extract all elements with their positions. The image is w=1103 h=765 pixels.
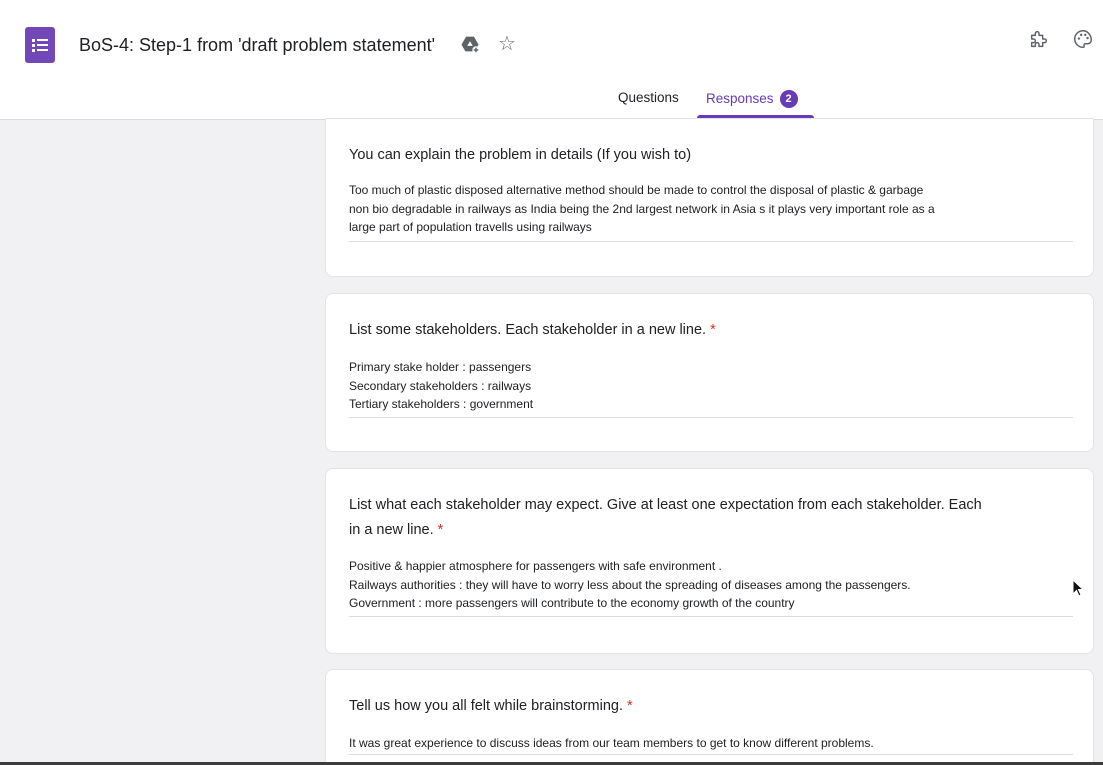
form-tabs: Questions Responses 2: [0, 86, 1103, 120]
form-title[interactable]: BoS-4: Step-1 from 'draft problem statem…: [79, 35, 435, 56]
answer-line: Railways authorities : they will have to…: [349, 577, 911, 592]
required-asterisk: *: [627, 698, 633, 714]
question-title: List what each stakeholder may expect. G…: [349, 493, 1079, 543]
required-asterisk: *: [710, 322, 716, 338]
move-to-folder-icon[interactable]: [459, 33, 481, 55]
question-title-line: List what each stakeholder may expect. G…: [349, 497, 982, 513]
responses-count-badge: 2: [779, 90, 798, 108]
question-title: You can explain the problem in details (…: [349, 147, 692, 163]
star-icon[interactable]: ☆: [498, 33, 516, 55]
answer-underline: [349, 241, 1073, 242]
tab-responses[interactable]: Responses 2: [706, 90, 798, 108]
answer-line: Positive & happier atmosphere for passen…: [349, 559, 722, 573]
answer-underline: [349, 417, 1073, 418]
answer-line: Too much of plastic disposed alternative…: [349, 183, 924, 197]
tab-questions-label: Questions: [618, 90, 679, 105]
mouse-cursor-icon: [1072, 579, 1084, 597]
required-asterisk: *: [437, 522, 444, 538]
response-answer: It was great experience to discuss ideas…: [349, 734, 1073, 753]
tab-questions[interactable]: Questions: [618, 90, 679, 105]
response-answer: Positive & happier atmosphere for passen…: [349, 557, 1073, 613]
question-card: List some stakeholders. Each stakeholder…: [325, 293, 1094, 452]
answer-underline: [349, 616, 1073, 617]
answer-line: Government : more passengers will contri…: [349, 596, 795, 610]
answer-line: large part of population travells using …: [349, 220, 592, 234]
question-title: Tell us how you all felt while brainstor…: [349, 694, 1079, 719]
question-card: List what each stakeholder may expect. G…: [325, 468, 1094, 654]
question-card: You can explain the problem in details (…: [325, 118, 1094, 277]
google-forms-logo-icon[interactable]: [25, 27, 55, 63]
response-answer: Too much of plastic disposed alternative…: [349, 181, 1073, 237]
answer-line: Tertiary stakeholders : government: [349, 397, 534, 411]
question-card: Tell us how you all felt while brainstor…: [325, 669, 1094, 765]
question-title-text: List some stakeholders. Each stakeholder…: [349, 322, 707, 338]
answer-underline: [349, 754, 1073, 755]
response-answer: Primary stake holder : passengers Second…: [349, 358, 1073, 414]
puzzle-icon[interactable]: [1028, 28, 1050, 50]
palette-icon[interactable]: [1072, 28, 1094, 50]
question-title: List some stakeholders. Each stakeholder…: [349, 318, 1079, 343]
tab-responses-label: Responses: [706, 91, 774, 106]
answer-line: Primary stake holder : passengers: [349, 360, 532, 374]
answer-line: It was great experience to discuss ideas…: [349, 736, 874, 750]
question-title-text: Tell us how you all felt while brainstor…: [349, 698, 624, 714]
answer-line: Secondary stakeholders : railways: [349, 378, 532, 393]
header: BoS-4: Step-1 from 'draft problem statem…: [0, 0, 1103, 120]
answer-line: non bio degradable in railways as India …: [349, 201, 935, 216]
question-title-line: in a new line.: [349, 522, 434, 538]
